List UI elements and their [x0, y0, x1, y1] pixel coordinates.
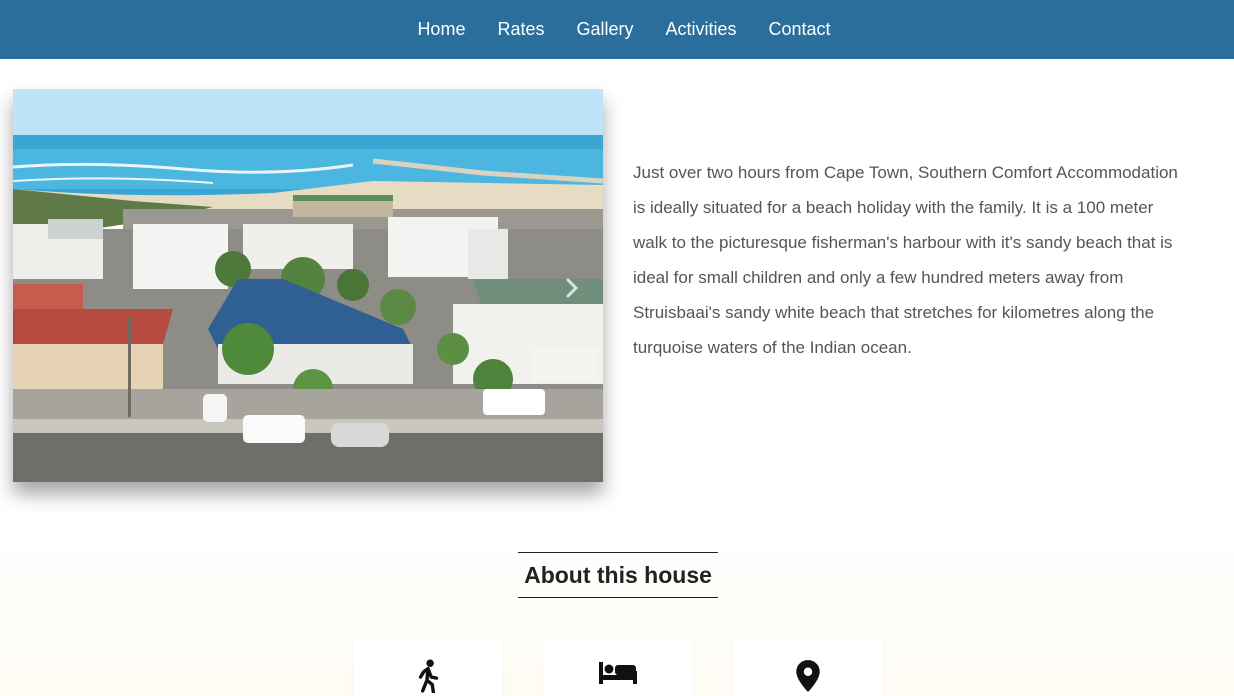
hero-carousel-image[interactable]	[13, 89, 603, 482]
nav-gallery-link[interactable]: Gallery	[576, 0, 633, 59]
main-navbar: Home Rates Gallery Activities Contact	[0, 0, 1234, 59]
walking-person-icon	[418, 659, 439, 693]
map-pin-icon	[796, 660, 820, 692]
intro-paragraph: Just over two hours from Cape Town, Sout…	[633, 163, 1178, 357]
about-house-title: About this house	[518, 552, 718, 598]
nav-rates-link[interactable]: Rates	[497, 0, 544, 59]
feature-card-walk[interactable]	[353, 639, 503, 696]
feature-card-location[interactable]	[733, 639, 883, 696]
nav-contact-link[interactable]: Contact	[769, 0, 831, 59]
nav-home-link[interactable]: Home	[417, 0, 465, 59]
bed-icon	[599, 662, 637, 684]
aerial-photo	[13, 89, 603, 482]
feature-card-bed[interactable]	[543, 639, 693, 696]
chevron-right-icon[interactable]	[559, 275, 585, 301]
nav-activities-link[interactable]: Activities	[666, 0, 737, 59]
